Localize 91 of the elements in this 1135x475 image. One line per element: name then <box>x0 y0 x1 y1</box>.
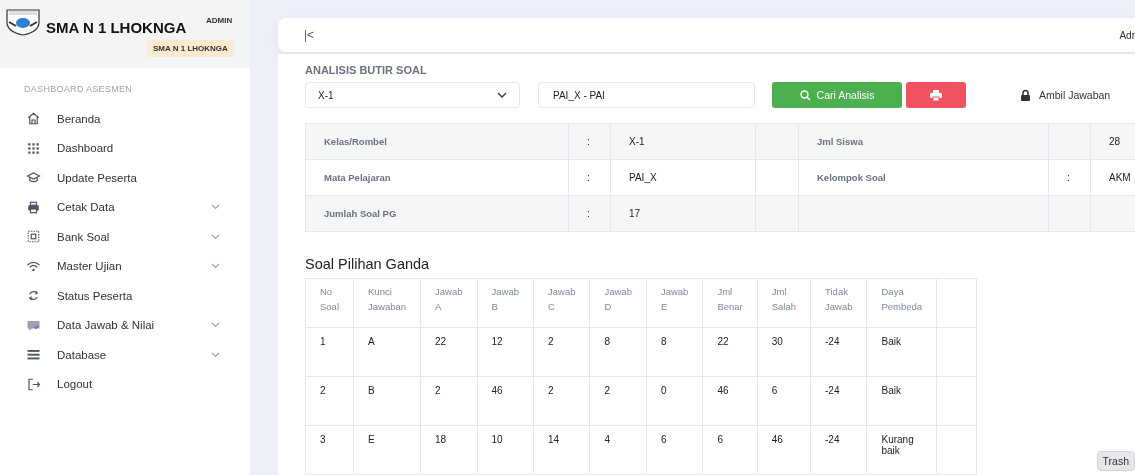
subject-field[interactable]: PAI_X - PAI <box>538 82 755 108</box>
table-cell: 22 <box>435 336 447 347</box>
tooltip: Trash <box>1096 451 1135 471</box>
class-select[interactable]: X-1 <box>305 82 520 108</box>
menu-item[interactable]: Logout <box>0 369 250 399</box>
column-header: Tidak Jawab <box>825 285 853 314</box>
table-cell: 6 <box>771 385 778 396</box>
column-header: Kunci Jawaban <box>368 285 407 314</box>
table-cell: 8 <box>604 336 610 347</box>
home-icon <box>26 111 41 127</box>
menu-item[interactable]: Master Ujian <box>0 251 250 281</box>
table-cell: -24 <box>825 434 840 445</box>
table-cell: 46 <box>771 434 783 445</box>
column-header: Daya Pembeda <box>881 285 923 314</box>
column-header: Jawab E <box>660 285 689 314</box>
menu-item[interactable]: Data Jawab & Nilai <box>0 310 250 340</box>
table-cell: 10 <box>491 434 503 445</box>
section-title: Soal Pilihan Ganda <box>305 256 431 272</box>
table-cell: 2 <box>435 385 441 396</box>
field-label: Jml Siswa <box>817 136 863 147</box>
table-cell: 6 <box>717 434 723 445</box>
column-header: Jml Benar <box>717 285 743 314</box>
lock-icon <box>1020 89 1031 101</box>
lock-answers-label: Ambil Jawaban <box>1039 89 1111 101</box>
menu-item[interactable]: Update Peserta <box>0 163 250 193</box>
table-cell: -24 <box>825 385 840 396</box>
table-cell: 4 <box>604 434 610 445</box>
table-cell: 18 <box>435 434 447 445</box>
table-cell: 14 <box>548 434 560 445</box>
menu-item[interactable]: Cetak Data <box>0 192 250 222</box>
table-cell: 30 <box>771 336 783 347</box>
chevron-down-icon <box>497 92 507 98</box>
frame-icon <box>26 229 41 245</box>
printer-icon <box>26 199 41 215</box>
field-label: Mata Pelajaran <box>324 172 391 183</box>
field-value: PAI_X <box>629 172 657 183</box>
school-name: SMA N 1 LHOKNGA <box>46 19 187 36</box>
table-cell: 2 <box>604 385 610 396</box>
menu-item[interactable]: Bank Soal <box>0 222 250 252</box>
table-cell: 12 <box>491 336 503 347</box>
table-cell: Baik <box>881 336 901 347</box>
field-label: Kelas/Rombel <box>324 136 387 147</box>
user-name: Adr <box>1119 29 1135 41</box>
colon: : <box>587 172 590 183</box>
table-cell: 2 <box>320 385 326 396</box>
menu-item[interactable]: Dashboard <box>0 133 250 163</box>
table-cell: 1 <box>320 336 326 347</box>
print-button[interactable] <box>906 82 966 108</box>
menu-item[interactable]: Beranda <box>0 104 250 134</box>
table-cell: Baik <box>881 385 901 396</box>
shield-logo-icon <box>5 8 41 36</box>
table-cell: 46 <box>491 385 503 396</box>
field-value: AKM <box>1109 172 1131 183</box>
column-header: No Soal <box>320 285 339 314</box>
school-badge: SMA N 1 LHOKNGA <box>147 40 234 57</box>
table-cell: E <box>368 434 375 445</box>
table-cell: 3 <box>320 434 326 445</box>
menu-item[interactable]: Status Peserta <box>0 281 250 311</box>
table-cell: 46 <box>717 385 729 396</box>
column-header: Jawab D <box>604 285 632 314</box>
column-header: Jml Salah <box>771 285 797 314</box>
column-header: Jawab A <box>435 285 463 314</box>
table-cell: 6 <box>660 434 667 445</box>
table-cell: 2 <box>548 336 554 347</box>
table-cell: 2 <box>548 385 554 396</box>
field-value: 28 <box>1109 136 1121 147</box>
table-cell: 8 <box>660 336 667 347</box>
logout-icon <box>26 376 41 392</box>
table-cell: -24 <box>825 336 840 347</box>
search-icon <box>799 89 811 101</box>
colon: : <box>587 136 590 147</box>
section-label: DASHBOARD ASESMEN <box>24 84 134 94</box>
field-label: Jumlah Soal PG <box>324 208 397 219</box>
table-cell: 22 <box>717 336 729 347</box>
field-value: 17 <box>629 208 641 219</box>
table-cell: B <box>368 385 375 396</box>
column-header: Jawab C <box>548 285 576 314</box>
printer-icon <box>930 89 942 101</box>
colon: : <box>587 208 590 219</box>
table-cell: 0 <box>660 385 667 396</box>
table-cell: Kurang baik <box>881 434 914 456</box>
user-role: ADMIN <box>206 16 233 25</box>
colon: : <box>1067 172 1070 183</box>
menu-item[interactable]: Database <box>0 340 250 370</box>
column-header: Jawab B <box>491 285 519 314</box>
grid-icon <box>26 140 41 156</box>
field-label: Kelompok Soal <box>817 172 886 183</box>
page-title: ANALISIS BUTIR SOAL <box>305 64 428 76</box>
table-cell: A <box>368 336 375 347</box>
collapse-sidebar-button[interactable]: |< <box>304 28 315 42</box>
field-value: X-1 <box>629 136 645 147</box>
